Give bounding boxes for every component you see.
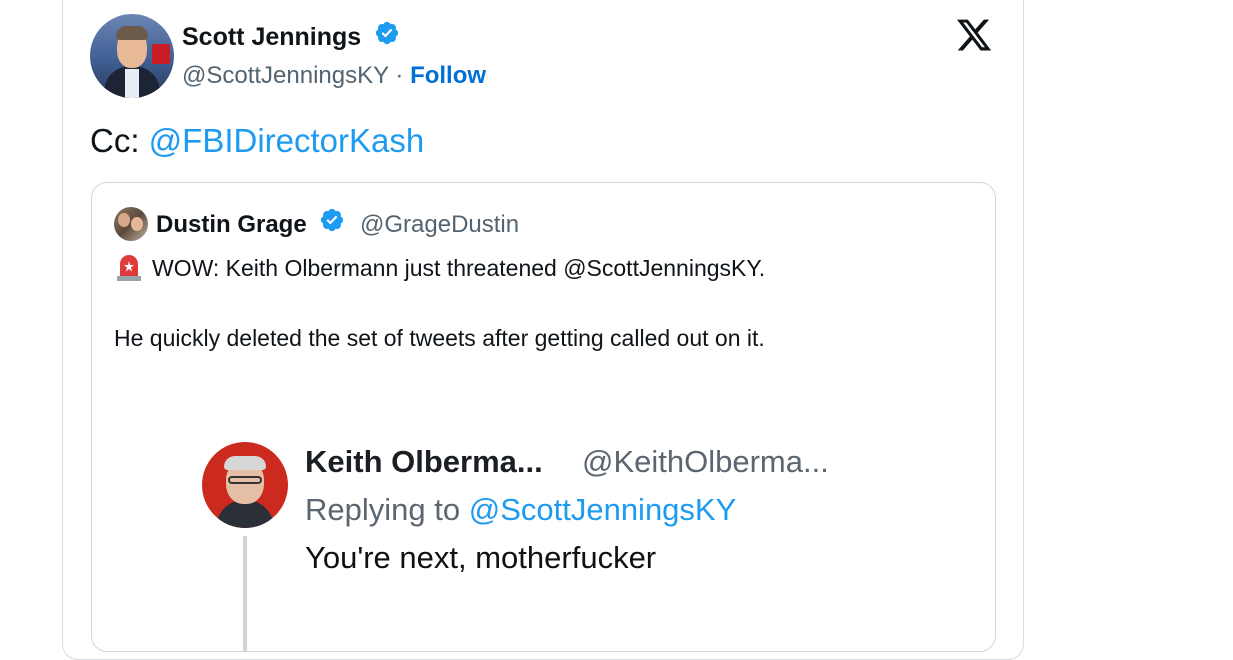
replying-mention: @ScottJenningsKY (468, 492, 737, 527)
tweet-text: Cc: @FBIDirectorKash (90, 122, 424, 160)
author-name-row[interactable]: Scott Jennings (182, 20, 400, 55)
follow-button[interactable]: Follow (410, 62, 486, 89)
verified-badge-icon (319, 207, 345, 240)
quoted-text-line-1-text: WOW: Keith Olbermann just threatened @Sc… (152, 255, 766, 282)
verified-badge-icon (374, 20, 400, 53)
separator: · (395, 62, 404, 89)
siren-emoji-icon (114, 252, 144, 282)
embedded-author-avatar (202, 442, 288, 528)
avatar-hair (224, 456, 266, 470)
quoted-text-line-1: WOW: Keith Olbermann just threatened @Sc… (114, 255, 765, 285)
avatar-face-1 (118, 213, 130, 227)
avatar-face-2 (131, 217, 143, 231)
author-avatar[interactable] (90, 14, 174, 98)
embedded-screenshot-image[interactable]: Keith Olberma... @KeithOlberma... Replyi… (172, 418, 932, 651)
quoted-author-handle[interactable]: @GrageDustin (360, 211, 519, 239)
replying-prefix: Replying to (305, 492, 469, 527)
embedded-author-handle: @KeithOlberma... (582, 444, 829, 479)
quoted-text-line-2: He quickly deleted the set of tweets aft… (114, 325, 765, 351)
quoted-author-name-row[interactable]: Dustin Grage (156, 207, 345, 242)
quoted-tweet[interactable]: Dustin Grage @GrageDustin WOW: Keith Olb… (91, 182, 996, 652)
tweet-text-prefix: Cc: (90, 122, 149, 159)
x-logo-icon[interactable] (954, 16, 994, 54)
embedded-author-name: Keith Olberma... (305, 444, 543, 479)
avatar-shirt (125, 69, 139, 98)
author-handle-line: @ScottJenningsKY · Follow (182, 62, 486, 90)
quoted-author-name[interactable]: Dustin Grage (156, 211, 307, 238)
embedded-replying-to: Replying to @ScottJenningsKY (305, 492, 736, 528)
embedded-tweet-text: You're next, motherfucker (305, 540, 657, 575)
avatar-hair (116, 26, 148, 40)
thread-line (243, 536, 247, 651)
quoted-author-avatar[interactable] (114, 207, 148, 241)
mention-link[interactable]: @FBIDirectorKash (149, 122, 425, 159)
avatar-glasses (228, 476, 262, 484)
author-name[interactable]: Scott Jennings (182, 23, 361, 51)
author-handle[interactable]: @ScottJenningsKY (182, 62, 389, 89)
avatar-news-badge (152, 44, 170, 64)
avatar-body (216, 500, 274, 528)
